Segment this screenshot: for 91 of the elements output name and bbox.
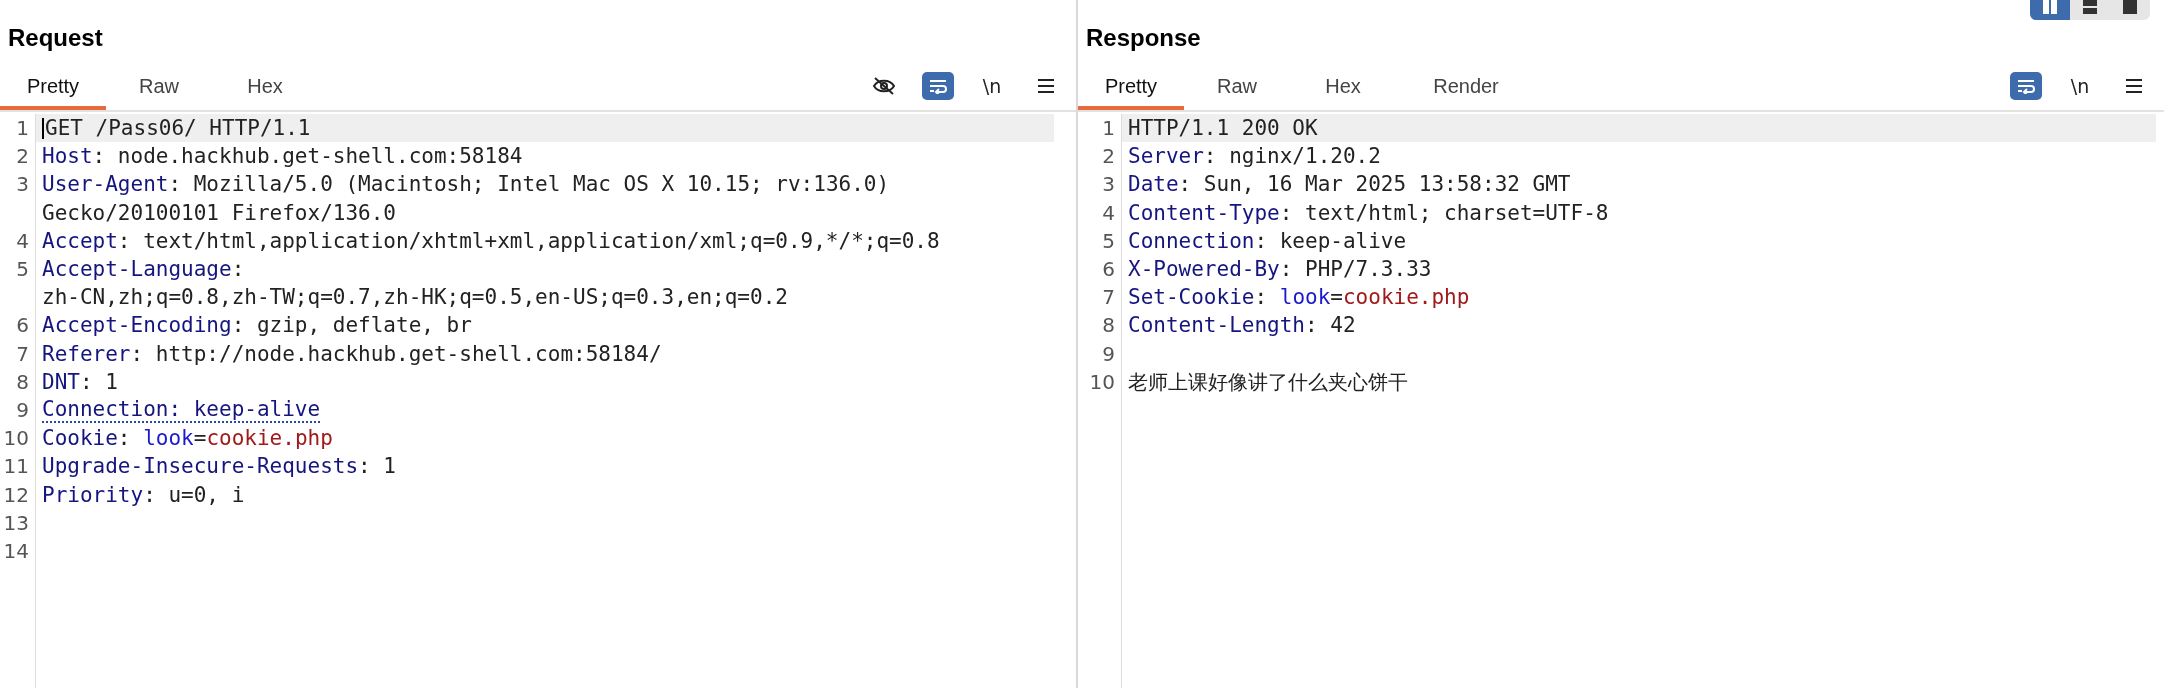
- code-text: : 1: [358, 453, 396, 481]
- header-name: Date: [1128, 171, 1179, 199]
- line-number: 5: [1102, 228, 1115, 253]
- tab[interactable]: Raw: [1184, 64, 1290, 110]
- single-pane-icon: [2122, 0, 2138, 15]
- newline-toggle[interactable]: \n: [976, 72, 1008, 100]
- header-name: Accept-Language: [42, 256, 232, 283]
- code-text: : text/html; charset=UTF-8: [1279, 199, 1609, 227]
- code-text: : Mozilla/5.0 (Macintosh; Intel Mac OS X 10.15; rv:136.0): [168, 171, 890, 199]
- code-text: :: [231, 256, 245, 283]
- line-number: 7: [16, 341, 29, 366]
- code-text: :: [117, 425, 132, 453]
- code-text: : keep-alive: [1254, 227, 1407, 255]
- line-number: 9: [16, 397, 29, 422]
- line-number: 4: [16, 228, 29, 253]
- header-name: Connection: [1128, 227, 1255, 255]
- code-text: GET /Pass06/ HTTP/1.1: [45, 115, 311, 142]
- code-text: : 1: [79, 368, 118, 396]
- panel-title: Response: [1086, 24, 1201, 51]
- tab[interactable]: Raw: [106, 64, 212, 110]
- line-number: 2: [16, 144, 29, 169]
- line-number: 1: [1102, 116, 1115, 140]
- line-number: 5: [16, 257, 29, 281]
- tab[interactable]: Pretty: [0, 64, 106, 110]
- line-number: 9: [1102, 341, 1115, 366]
- code-text: : gzip, deflate, br: [231, 312, 472, 340]
- code-text: : node.hackhub.get-shell.com:58184: [92, 143, 523, 171]
- header-name: Accept-Encoding: [42, 312, 232, 340]
- header-name: Host: [42, 143, 93, 171]
- code-text: : u=0, i: [143, 481, 245, 509]
- header-name: Priority: [42, 481, 144, 509]
- header-name: Content-Length: [1128, 312, 1305, 340]
- cookie-name: look: [143, 425, 194, 453]
- columns-icon: [2042, 0, 2058, 15]
- rows-icon: [2082, 0, 2098, 15]
- header-name: Cookie: [42, 425, 118, 453]
- tab[interactable]: Pretty: [1078, 64, 1184, 110]
- wrap-icon: [928, 78, 948, 94]
- code-text: : text/html,application/xhtml+xml,application/xml;q=0.9,*/*;q=0.8: [117, 227, 940, 255]
- line-number: 4: [1102, 200, 1115, 225]
- newline-toggle[interactable]: \n: [2064, 72, 2096, 100]
- header-name: Set-Cookie: [1128, 284, 1255, 312]
- text-caret: [42, 117, 44, 139]
- line-number: 3: [1102, 172, 1115, 197]
- code-text: zh-CN,zh;q=0.8,zh-TW;q=0.7,zh-HK;q=0.5,en-US;q=0.3,en;q=0.2: [42, 284, 788, 312]
- cookie-name: look: [1279, 284, 1331, 312]
- code-text: =: [193, 425, 207, 453]
- line-number: 12: [3, 482, 29, 507]
- line-number: 7: [1102, 285, 1115, 310]
- line-number: 13: [3, 510, 29, 535]
- cookie-value: cookie.php: [1342, 284, 1470, 312]
- code-text: : nginx/1.20.2: [1203, 143, 1381, 171]
- tab[interactable]: Render: [1396, 64, 1536, 110]
- hidden-eye-icon: [872, 76, 896, 96]
- code-text: : Sun, 16 Mar 2025 13:58:32 GMT: [1178, 171, 1571, 199]
- cookie-value: cookie.php: [206, 425, 333, 453]
- header-name: X-Powered-By: [1128, 256, 1280, 283]
- header-name: Referer: [42, 340, 131, 368]
- code-text: HTTP/1.1 200 OK: [1128, 115, 1318, 142]
- layout-button[interactable]: [2030, 0, 2070, 20]
- tab[interactable]: Hex: [212, 64, 318, 110]
- header-name: Upgrade-Insecure-Requests: [42, 453, 359, 481]
- code-text: =: [1330, 284, 1343, 312]
- code-text: : http://node.hackhub.get-shell.com:58184/: [130, 340, 662, 368]
- line-number: 1: [16, 116, 29, 140]
- line-number: 6: [16, 313, 29, 338]
- header-name: DNT: [42, 368, 80, 396]
- code-text: Gecko/20100101 Firefox/136.0: [42, 199, 396, 227]
- line-number: 10: [3, 426, 29, 451]
- line-number: 3: [16, 172, 29, 197]
- header-name: Accept: [42, 227, 118, 255]
- line-number: 8: [1102, 313, 1115, 338]
- header-name: Connection: keep-alive: [42, 397, 321, 424]
- code-text: : PHP/7.3.33: [1279, 256, 1432, 283]
- tab[interactable]: Hex: [1290, 64, 1396, 110]
- menu-icon: [2126, 79, 2142, 93]
- menu-icon: [1038, 79, 1054, 93]
- line-number: 6: [1102, 257, 1115, 281]
- body-text: 老师上课好像讲了什么夹心饼干: [1128, 368, 1408, 396]
- header-name: Server: [1128, 143, 1204, 171]
- line-number: 8: [16, 369, 29, 394]
- code-text: :: [1254, 284, 1269, 312]
- wrap-icon: [2016, 78, 2036, 94]
- line-number: 2: [1102, 144, 1115, 169]
- code-text: : 42: [1305, 312, 1356, 340]
- panel-title: Request: [8, 24, 103, 51]
- line-number: 14: [3, 539, 29, 563]
- line-number: 11: [3, 454, 29, 479]
- header-name: Content-Type: [1128, 199, 1280, 227]
- header-name: User-Agent: [42, 171, 169, 199]
- line-number: 10: [1089, 369, 1115, 394]
